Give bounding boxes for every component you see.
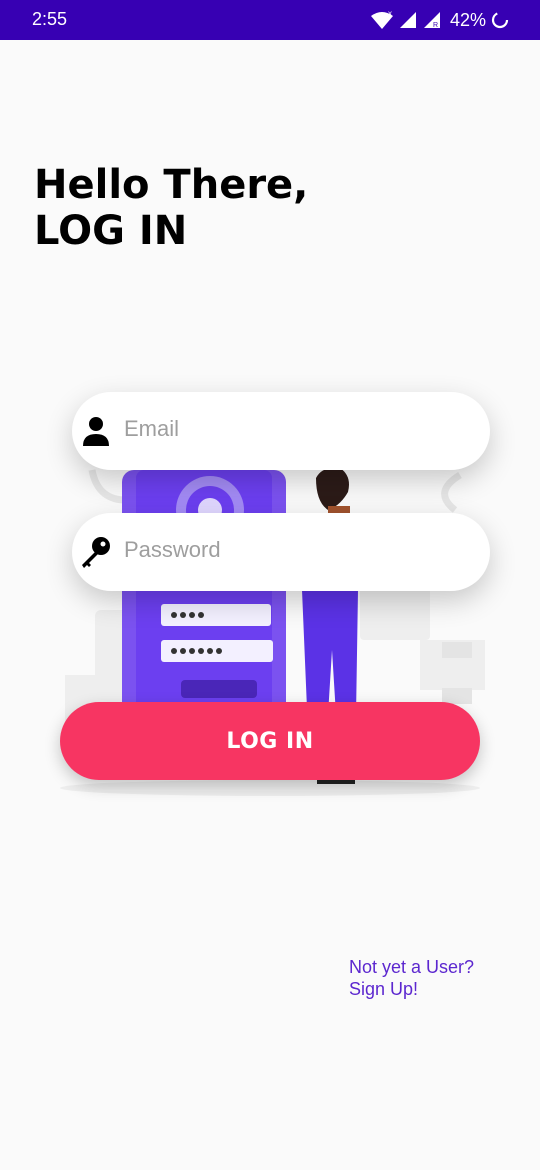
roaming-badge: R: [433, 22, 438, 29]
password-field[interactable]: Password: [72, 513, 490, 591]
email-placeholder: Email: [124, 416, 180, 441]
person-icon: [83, 417, 109, 446]
signup-prompt: Not yet a User?: [349, 957, 475, 977]
greeting-line: Hello There,: [34, 162, 309, 208]
password-placeholder: Password: [124, 537, 221, 562]
key-icon: [82, 537, 110, 568]
status-time: 2:55: [32, 9, 68, 29]
mobile-signal-roaming-icon: R: [423, 12, 440, 29]
signup-link[interactable]: Not yet a User? Sign Up!: [349, 956, 474, 1000]
battery-percent: 42%: [449, 9, 486, 30]
email-field[interactable]: Email: [72, 392, 490, 470]
mobile-signal-icon: [399, 12, 416, 28]
page-title: Hello There, LOG IN: [34, 162, 308, 254]
login-button[interactable]: LOG IN: [60, 702, 480, 780]
wifi-icon: x: [370, 10, 393, 29]
status-bar: 2:55 x R 42%: [0, 0, 540, 40]
status-icons: x R 42%: [370, 8, 510, 32]
login-heading: LOG IN: [34, 208, 188, 254]
wifi-badge: x: [388, 10, 392, 18]
signup-label: Sign Up!: [349, 979, 419, 999]
battery-icon: [491, 11, 509, 29]
